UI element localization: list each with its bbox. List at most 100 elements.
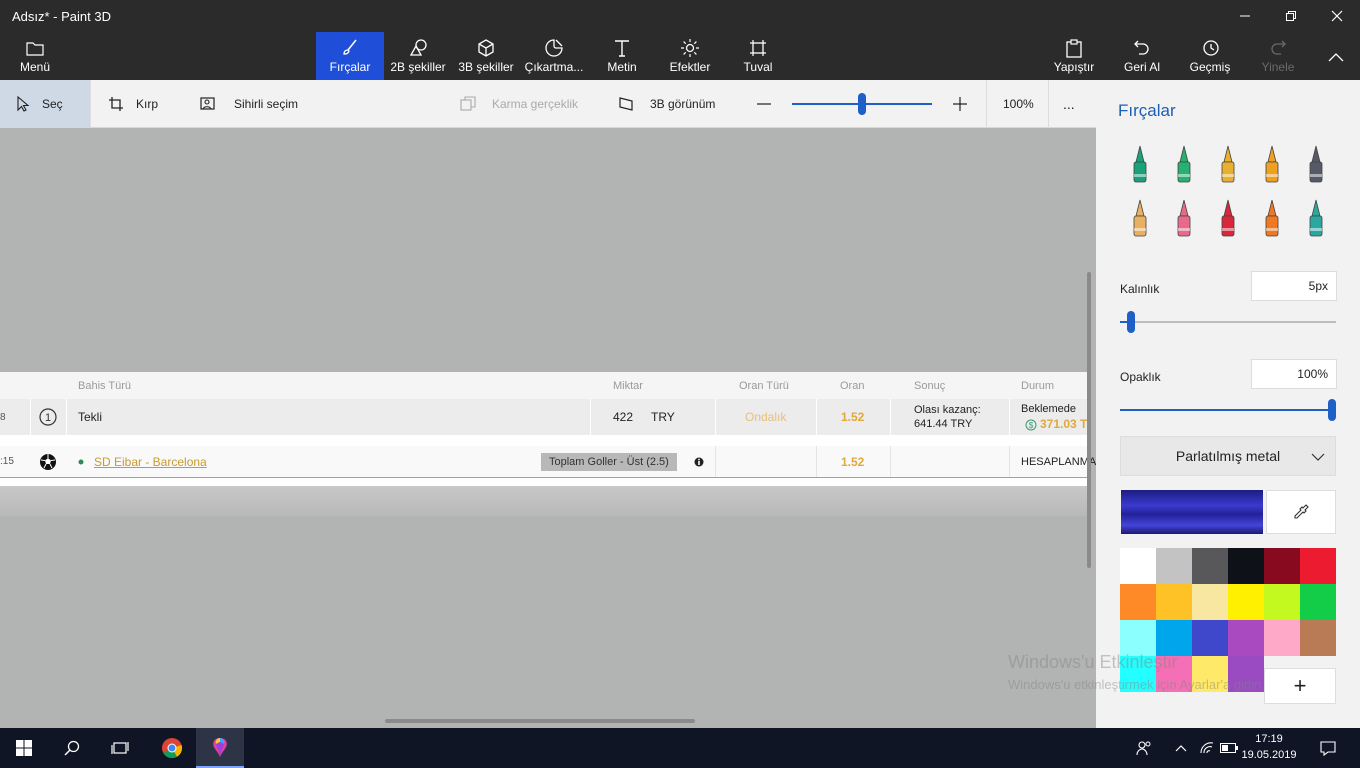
task-view-button[interactable] [96, 728, 144, 768]
color-swatch[interactable] [1300, 620, 1336, 656]
status-text: Beklemede [1021, 403, 1077, 415]
color-swatch[interactable] [1228, 584, 1264, 620]
fill-icon[interactable] [1302, 198, 1330, 238]
odds-value: 1.52 [841, 410, 865, 424]
undo-icon [1134, 40, 1149, 55]
menu-button[interactable]: Menü [12, 32, 58, 80]
color-swatch[interactable] [1156, 548, 1192, 584]
undo-button[interactable]: Geri Al [1118, 32, 1166, 80]
system-clock[interactable]: 17:19 19.05.2019 [1240, 731, 1298, 763]
pencil-icon[interactable] [1126, 198, 1154, 238]
toolbar: Seç Kırp Sihirli seçim Karma gerçeklik 3… [0, 80, 1096, 128]
ribbon-tab-label: Efektler [669, 60, 711, 74]
color-swatch[interactable] [1264, 620, 1300, 656]
bet-type: Tekli [78, 410, 103, 424]
history-button[interactable]: Geçmiş [1186, 32, 1234, 80]
color-swatch[interactable] [1264, 584, 1300, 620]
tray-overflow-button[interactable] [1170, 728, 1192, 768]
color-swatch[interactable] [1228, 620, 1264, 656]
ribbon-tab-effects[interactable]: Efektler [656, 32, 724, 80]
ribbon-tab-stickers[interactable]: Çıkartma... [520, 32, 588, 80]
market-badge: Toplam Goller - Üst (2.5) [541, 452, 677, 471]
magic-select-tool[interactable]: Sihirli seçim [200, 80, 298, 128]
zoom-in-button[interactable] [952, 80, 968, 128]
marker-icon[interactable] [1126, 144, 1154, 184]
thickness-label: Kalınlık [1120, 282, 1160, 296]
thickness-slider-handle[interactable] [1126, 311, 1135, 333]
oil-brush-icon[interactable] [1214, 144, 1242, 184]
ribbon-tab-brushes[interactable]: Fırçalar [316, 32, 384, 80]
restore-button[interactable] [1268, 0, 1314, 32]
opacity-input[interactable]: 100% [1251, 359, 1337, 389]
info-icon[interactable] [694, 446, 704, 477]
color-swatch[interactable] [1192, 620, 1228, 656]
network-button[interactable] [1196, 728, 1218, 768]
vertical-scrollbar[interactable] [1087, 272, 1091, 568]
material-dropdown[interactable]: Parlatılmış metal [1120, 436, 1336, 476]
start-button[interactable] [0, 728, 48, 768]
color-swatch[interactable] [1192, 584, 1228, 620]
horizontal-scrollbar[interactable] [385, 719, 695, 723]
taskbar-chrome[interactable] [148, 728, 196, 768]
chevron-down-icon [1311, 453, 1325, 461]
opacity-slider-handle[interactable] [1328, 399, 1336, 421]
paste-icon [1066, 39, 1082, 58]
eraser-icon[interactable] [1170, 198, 1198, 238]
color-swatch[interactable] [1120, 620, 1156, 656]
header-odds-type: Oran Türü [739, 380, 789, 392]
color-swatch[interactable] [1300, 548, 1336, 584]
thickness-slider-track[interactable] [1120, 321, 1336, 323]
action-center-button[interactable] [1304, 728, 1352, 768]
crop-tool[interactable]: Kırp [108, 80, 158, 128]
ribbon-tab-canvas[interactable]: Tuval [724, 32, 792, 80]
single-bet-number: 1 [45, 412, 51, 424]
minimize-button[interactable] [1222, 0, 1268, 32]
ribbon-tab-3d-shapes[interactable]: 3B şekiller [452, 32, 520, 80]
pixel-pen-icon[interactable] [1302, 144, 1330, 184]
select-label: Seç [42, 97, 63, 111]
close-button[interactable] [1314, 0, 1360, 32]
ribbon-tab-text[interactable]: Metin [588, 32, 656, 80]
taskbar: 17:19 19.05.2019 [0, 728, 1360, 768]
battery-button[interactable] [1218, 728, 1240, 768]
zoom-out-button[interactable] [756, 80, 772, 128]
canvas-icon [750, 40, 766, 56]
activation-watermark-title: Windows'u Etkinleştir [1008, 652, 1178, 672]
select-tool[interactable]: Seç [0, 80, 90, 128]
color-swatch[interactable] [1120, 584, 1156, 620]
watercolor-icon[interactable] [1258, 144, 1286, 184]
collapse-ribbon-button[interactable] [1316, 32, 1356, 80]
mixed-reality-tool[interactable]: Karma gerçeklik [460, 80, 578, 128]
taskbar-paint3d[interactable] [196, 728, 244, 768]
zoom-slider-handle[interactable] [858, 93, 866, 115]
crayon-icon[interactable] [1214, 198, 1242, 238]
calligraphy-pen-icon[interactable] [1170, 144, 1198, 184]
title-bar: Adsız* - Paint 3D Menü Fırçalar 2B şekil… [0, 0, 1360, 80]
2d-shapes-icon [409, 39, 427, 56]
color-swatch[interactable] [1228, 548, 1264, 584]
header-bet-type: Bahis Türü [78, 380, 131, 392]
ribbon-tab-label: Çıkartma... [524, 60, 584, 74]
spray-can-icon[interactable] [1258, 198, 1286, 238]
add-color-button[interactable]: + [1264, 668, 1336, 704]
window-title: Adsız* - Paint 3D [12, 9, 111, 24]
header-status: Durum [1021, 380, 1055, 392]
people-button[interactable] [1122, 728, 1166, 768]
color-swatch[interactable] [1156, 620, 1192, 656]
color-swatch[interactable] [1156, 584, 1192, 620]
color-swatch[interactable] [1120, 548, 1156, 584]
current-color-swatch[interactable] [1121, 490, 1263, 534]
more-button[interactable]: ... [1063, 80, 1075, 128]
search-button[interactable] [48, 728, 96, 768]
thickness-input[interactable]: 5px [1251, 271, 1337, 301]
ribbon-tab-2d-shapes[interactable]: 2B şekiller [384, 32, 452, 80]
match-link[interactable]: SD Eibar - Barcelona [94, 446, 207, 477]
3d-view-toggle[interactable]: 3B görünüm [618, 80, 715, 128]
paste-button[interactable]: Yapıştır [1050, 32, 1098, 80]
color-swatch[interactable] [1300, 584, 1336, 620]
redo-button[interactable]: Yinele [1254, 32, 1302, 80]
color-swatch[interactable] [1264, 548, 1300, 584]
color-swatch[interactable] [1192, 548, 1228, 584]
zoom-level[interactable]: 100% [1003, 80, 1034, 128]
eyedropper-button[interactable] [1266, 490, 1336, 534]
